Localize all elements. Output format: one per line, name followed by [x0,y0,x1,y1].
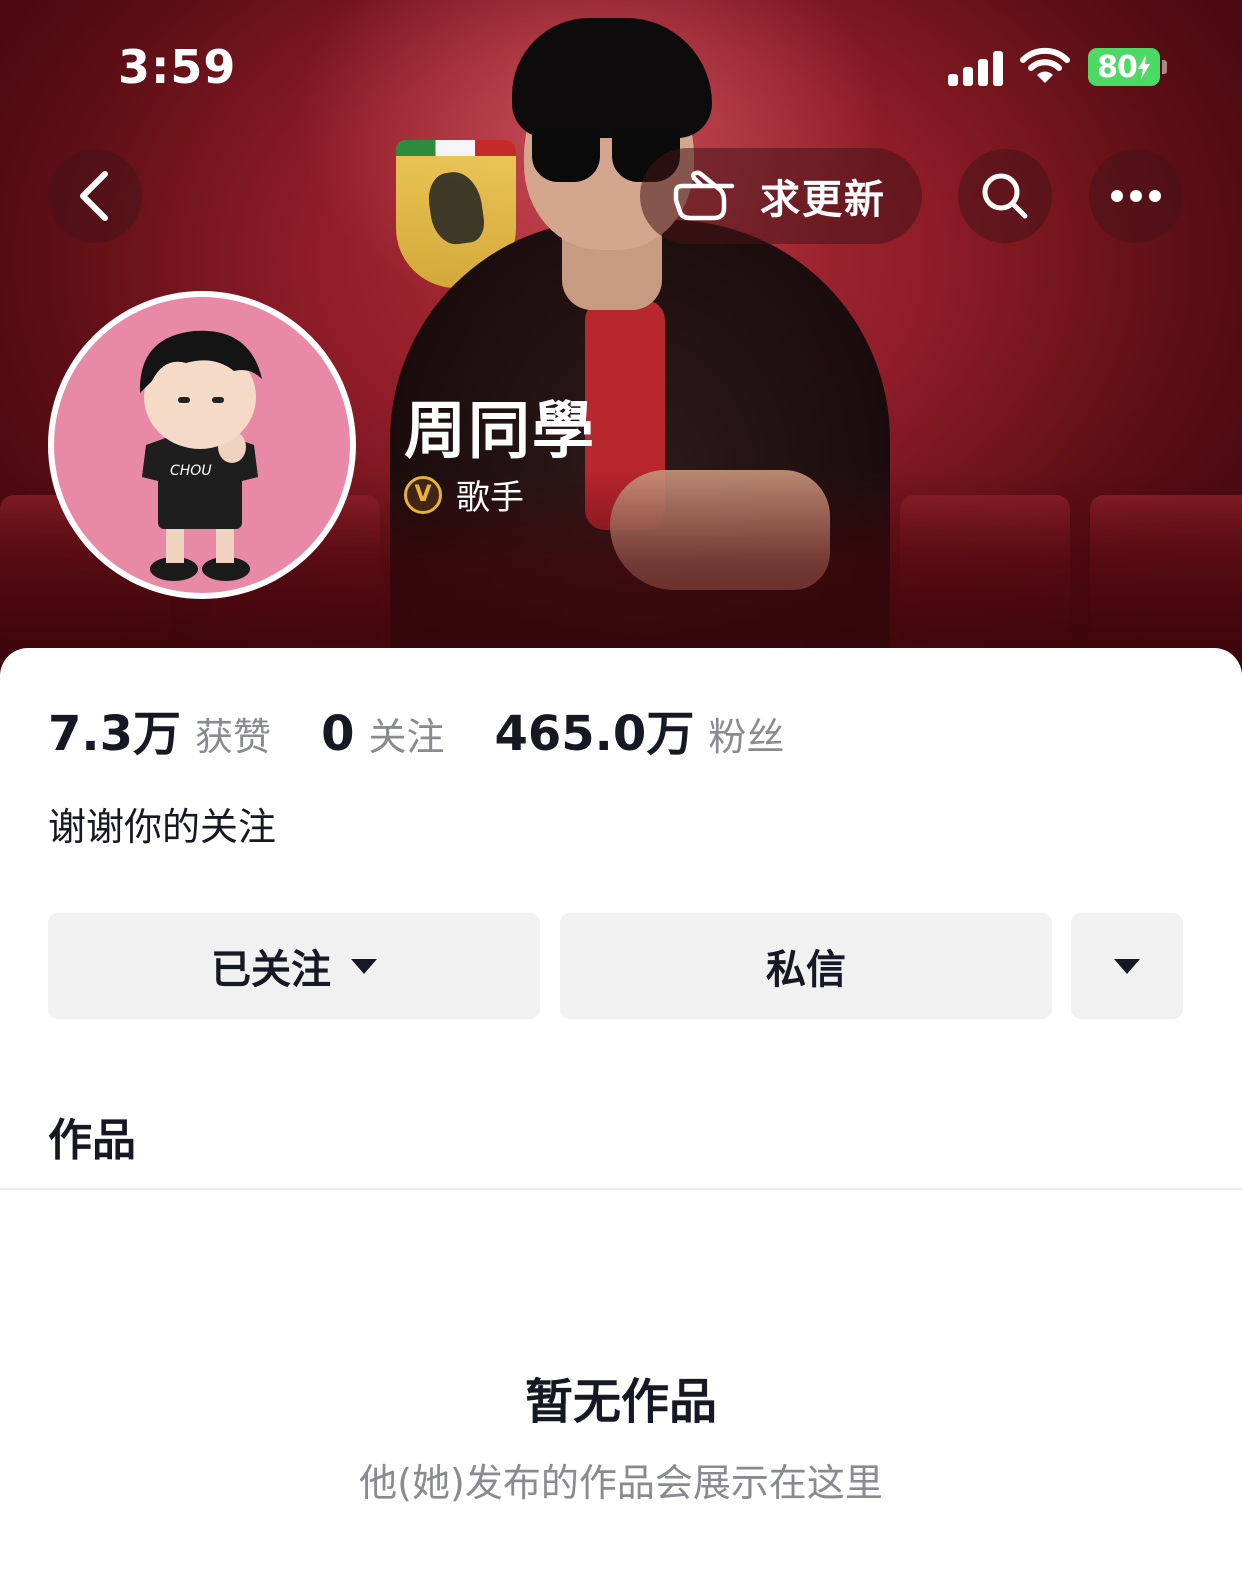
battery-tip [1162,60,1167,74]
request-update-label: 求更新 [760,177,886,223]
stat-followers[interactable]: 465.0万 粉丝 [494,694,784,764]
stat-likes[interactable]: 7.3万 获赞 [48,694,271,764]
stat-likes-label: 获赞 [195,715,272,759]
tab-works[interactable]: 作品 [48,1104,136,1168]
profile-bio: 谢谢你的关注 [48,805,277,849]
recommend-dropdown-button[interactable] [1071,913,1183,1019]
battery-level: 80 [1097,49,1138,85]
caret-down-icon [351,958,377,974]
search-button[interactable] [958,149,1052,243]
verification-label: 歌手 [456,478,524,518]
search-icon [982,173,1028,219]
request-update-button[interactable]: 求更新 [640,148,922,244]
stats-row: 7.3万 获赞 0 关注 465.0万 粉丝 [48,694,834,764]
empty-state-subtitle: 他(她)发布的作品会展示在这里 [359,1461,883,1505]
verification-row: V 歌手 [404,470,524,519]
profile-name: 周同學 [404,394,597,467]
cellular-signal-icon [948,50,1004,86]
stat-followers-value: 465.0万 [494,706,695,762]
avatar[interactable]: CHOU [48,291,356,599]
chevron-left-icon [80,171,108,221]
stat-likes-value: 7.3万 [48,706,182,762]
charging-bolt-icon [1137,55,1150,79]
caret-down-icon [1114,958,1140,974]
profile-content-card [0,648,1242,1582]
person-hair [512,18,712,138]
verified-badge-icon: V [404,475,442,514]
status-time: 3:59 [118,40,237,94]
stat-followers-label: 粉丝 [708,715,785,759]
more-options-button[interactable] [1089,149,1183,243]
stat-following-label: 关注 [368,715,445,759]
back-button[interactable] [48,149,142,243]
following-button[interactable]: 已关注 [48,913,540,1019]
svg-text:CHOU: CHOU [170,463,212,479]
avatar-image: CHOU [54,297,350,593]
empty-state-title: 暂无作品 [524,1374,717,1430]
stat-following-value: 0 [321,706,355,762]
message-button-label: 私信 [766,947,846,993]
pointing-hand-icon [664,170,744,222]
following-button-label: 已关注 [211,947,331,993]
cartoon-figure-image: CHOU [139,330,262,581]
stat-following[interactable]: 0 关注 [321,706,444,762]
battery-indicator: 80 [1088,48,1160,86]
wifi-icon [1020,47,1070,83]
shield-stripe [396,140,516,156]
tab-divider [0,1188,1242,1190]
message-button[interactable]: 私信 [560,913,1052,1019]
ellipsis-icon [1111,190,1161,202]
